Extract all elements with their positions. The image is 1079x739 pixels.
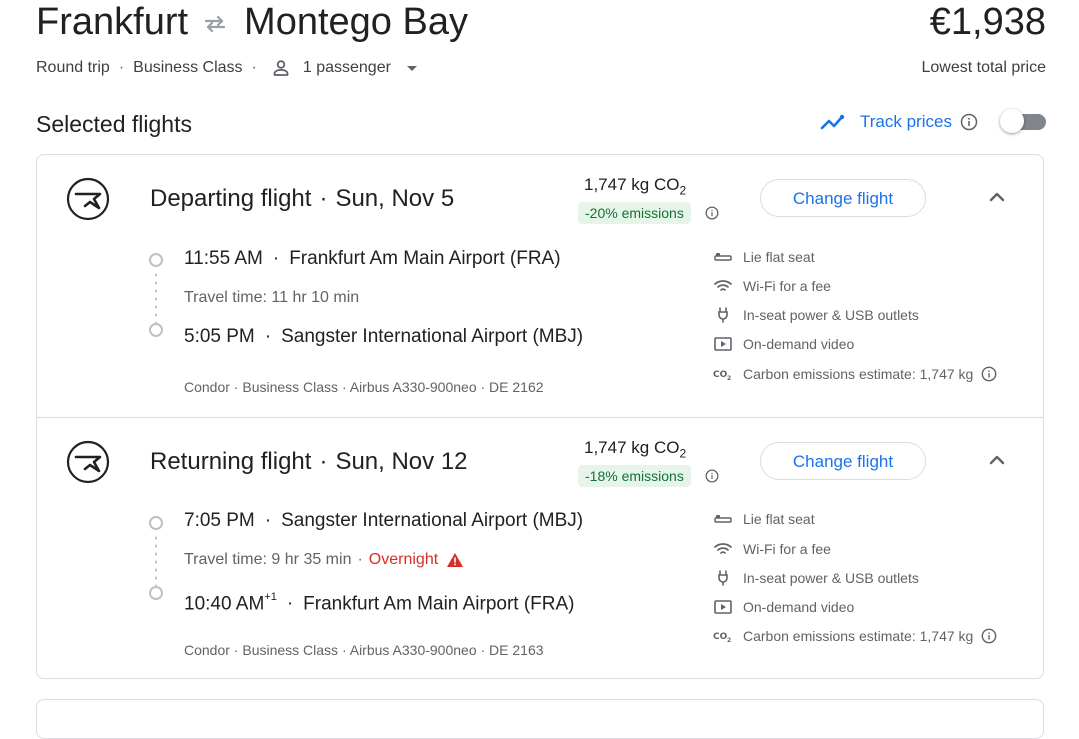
chevron-up-icon[interactable] xyxy=(987,450,1007,470)
arrival-airport: Frankfurt Am Main Airport (FRA) xyxy=(303,593,575,615)
travel-time: Travel time: 9 hr 35 min · Overnight xyxy=(184,549,464,571)
flight-date: Sun, Nov 5 xyxy=(335,185,455,212)
timeline-start xyxy=(149,253,163,267)
next-day-indicator: +1 xyxy=(264,591,277,603)
caret-down-icon xyxy=(405,63,419,73)
selected-flights-title: Selected flights xyxy=(36,111,192,137)
arrival-airport: Sangster International Airport (MBJ) xyxy=(281,326,584,347)
info-icon[interactable] xyxy=(981,628,997,644)
separator-dot: · xyxy=(118,59,125,76)
flight-date: Sun, Nov 12 xyxy=(335,448,468,475)
co2-value: 1,747 kg CO2 xyxy=(584,175,687,198)
arrival-time: 10:40 AM xyxy=(184,593,265,615)
flight-details: Condor · Business Class · Airbus A330-90… xyxy=(184,379,544,395)
wifi-icon xyxy=(713,276,733,296)
change-flight-button[interactable]: Change flight xyxy=(760,179,926,217)
amenity-item: Wi-Fi for a fee xyxy=(713,539,831,559)
timeline-end xyxy=(149,323,163,337)
wifi-icon xyxy=(713,539,733,559)
track-prices-toggle[interactable] xyxy=(1000,109,1046,133)
trending-line-icon xyxy=(820,113,848,131)
condor-logo xyxy=(66,440,110,489)
price-label: Lowest total price xyxy=(921,59,1046,76)
change-flight-button[interactable]: Change flight xyxy=(760,442,926,480)
amenity-item: Lie flat seat xyxy=(713,509,815,529)
departure-time: 7:05 PM xyxy=(184,510,255,531)
power-plug-icon xyxy=(713,568,733,588)
video-icon xyxy=(713,334,733,354)
passenger-selector[interactable]: 1 passenger xyxy=(266,57,419,79)
toggle-knob xyxy=(1000,109,1024,133)
video-icon xyxy=(713,597,733,617)
flight-heading: Returning flight · Sun, Nov 12 xyxy=(150,448,468,475)
separator-dot: · xyxy=(251,59,257,76)
info-icon[interactable] xyxy=(960,113,978,131)
travel-time: Travel time: 11 hr 10 min xyxy=(184,289,360,306)
trip-type: Round trip xyxy=(36,59,110,76)
cabin-class: Business Class xyxy=(133,59,243,76)
next-card-edge xyxy=(36,699,1044,739)
svg-text:2: 2 xyxy=(727,637,731,643)
condor-logo xyxy=(66,177,110,226)
swap-arrows-icon xyxy=(202,0,228,44)
co2-icon: CO 2 xyxy=(713,364,733,384)
emissions-badge: -18% emissions xyxy=(578,465,691,487)
flight-timeline xyxy=(149,253,163,337)
track-prices[interactable]: Track prices xyxy=(820,112,978,132)
power-plug-icon xyxy=(713,305,733,325)
person-icon xyxy=(271,58,291,78)
seat-icon xyxy=(713,247,733,267)
co2-icon: CO 2 xyxy=(713,626,733,646)
departure-time: 11:55 AM xyxy=(184,248,263,269)
amenity-item: CO 2 Carbon emissions estimate: 1,747 kg xyxy=(713,626,997,646)
amenity-item: Wi-Fi for a fee xyxy=(713,276,831,296)
svg-text:CO: CO xyxy=(713,370,728,380)
amenity-item: In-seat power & USB outlets xyxy=(713,568,919,588)
selected-flights-card: Departing flight · Sun, Nov 5 1,747 kg CO2… xyxy=(36,154,1044,679)
departure-leg: 7:05 PM · Sangster International Airport (… xyxy=(184,510,584,531)
departure-airport: Sangster International Airport (MBJ) xyxy=(281,510,584,531)
track-prices-label[interactable]: Track prices xyxy=(860,112,952,132)
chevron-up-icon[interactable] xyxy=(987,187,1007,207)
arrival-leg: 10:40 AM+1 · Frankfurt Am Main Airport (FR… xyxy=(184,591,575,615)
amenity-item: On-demand video xyxy=(713,597,854,617)
returning-flight: Returning flight · Sun, Nov 12 1,747 kg CO… xyxy=(37,418,1045,680)
departing-flight: Departing flight · Sun, Nov 5 1,747 kg CO2… xyxy=(37,155,1045,417)
amenity-item: CO 2 Carbon emissions estimate: 1,747 kg xyxy=(713,364,997,384)
route-title: Frankfurt Montego Bay xyxy=(36,0,468,44)
departure-leg: 11:55 AM · Frankfurt Am Main Airport (FRA) xyxy=(184,248,561,269)
flight-details: Condor · Business Class · Airbus A330-90… xyxy=(184,642,544,658)
departure-airport: Frankfurt Am Main Airport (FRA) xyxy=(289,248,561,269)
flight-direction: Departing flight xyxy=(150,185,312,212)
co2-value: 1,747 kg CO2 xyxy=(584,438,687,461)
warning-icon xyxy=(446,552,464,568)
info-icon[interactable] xyxy=(705,469,719,483)
timeline-dots xyxy=(155,534,157,586)
svg-text:CO: CO xyxy=(713,632,728,642)
emissions-badge: -20% emissions xyxy=(578,202,691,224)
passenger-count: 1 passenger xyxy=(302,59,391,76)
seat-icon xyxy=(713,509,733,529)
flight-heading: Departing flight · Sun, Nov 5 xyxy=(150,185,455,212)
info-icon[interactable] xyxy=(705,206,719,220)
amenity-item: Lie flat seat xyxy=(713,247,815,267)
timeline-start xyxy=(149,516,163,530)
arrival-time: 5:05 PM xyxy=(184,326,255,347)
svg-text:2: 2 xyxy=(727,375,731,381)
flight-timeline xyxy=(149,516,163,600)
overnight-label: Overnight xyxy=(368,551,439,568)
arrival-leg: 5:05 PM · Sangster International Airport (… xyxy=(184,326,584,347)
amenity-item: On-demand video xyxy=(713,334,854,354)
timeline-end xyxy=(149,586,163,600)
trip-summary: Round trip · Business Class · 1 passenge… xyxy=(36,57,419,79)
timeline-dots xyxy=(155,271,157,323)
amenity-item: In-seat power & USB outlets xyxy=(713,305,919,325)
destination-city: Montego Bay xyxy=(244,1,468,43)
total-price: €1,938 xyxy=(929,1,1046,43)
info-icon[interactable] xyxy=(981,366,997,382)
origin-city: Frankfurt xyxy=(36,1,189,43)
flight-direction: Returning flight xyxy=(150,448,312,475)
